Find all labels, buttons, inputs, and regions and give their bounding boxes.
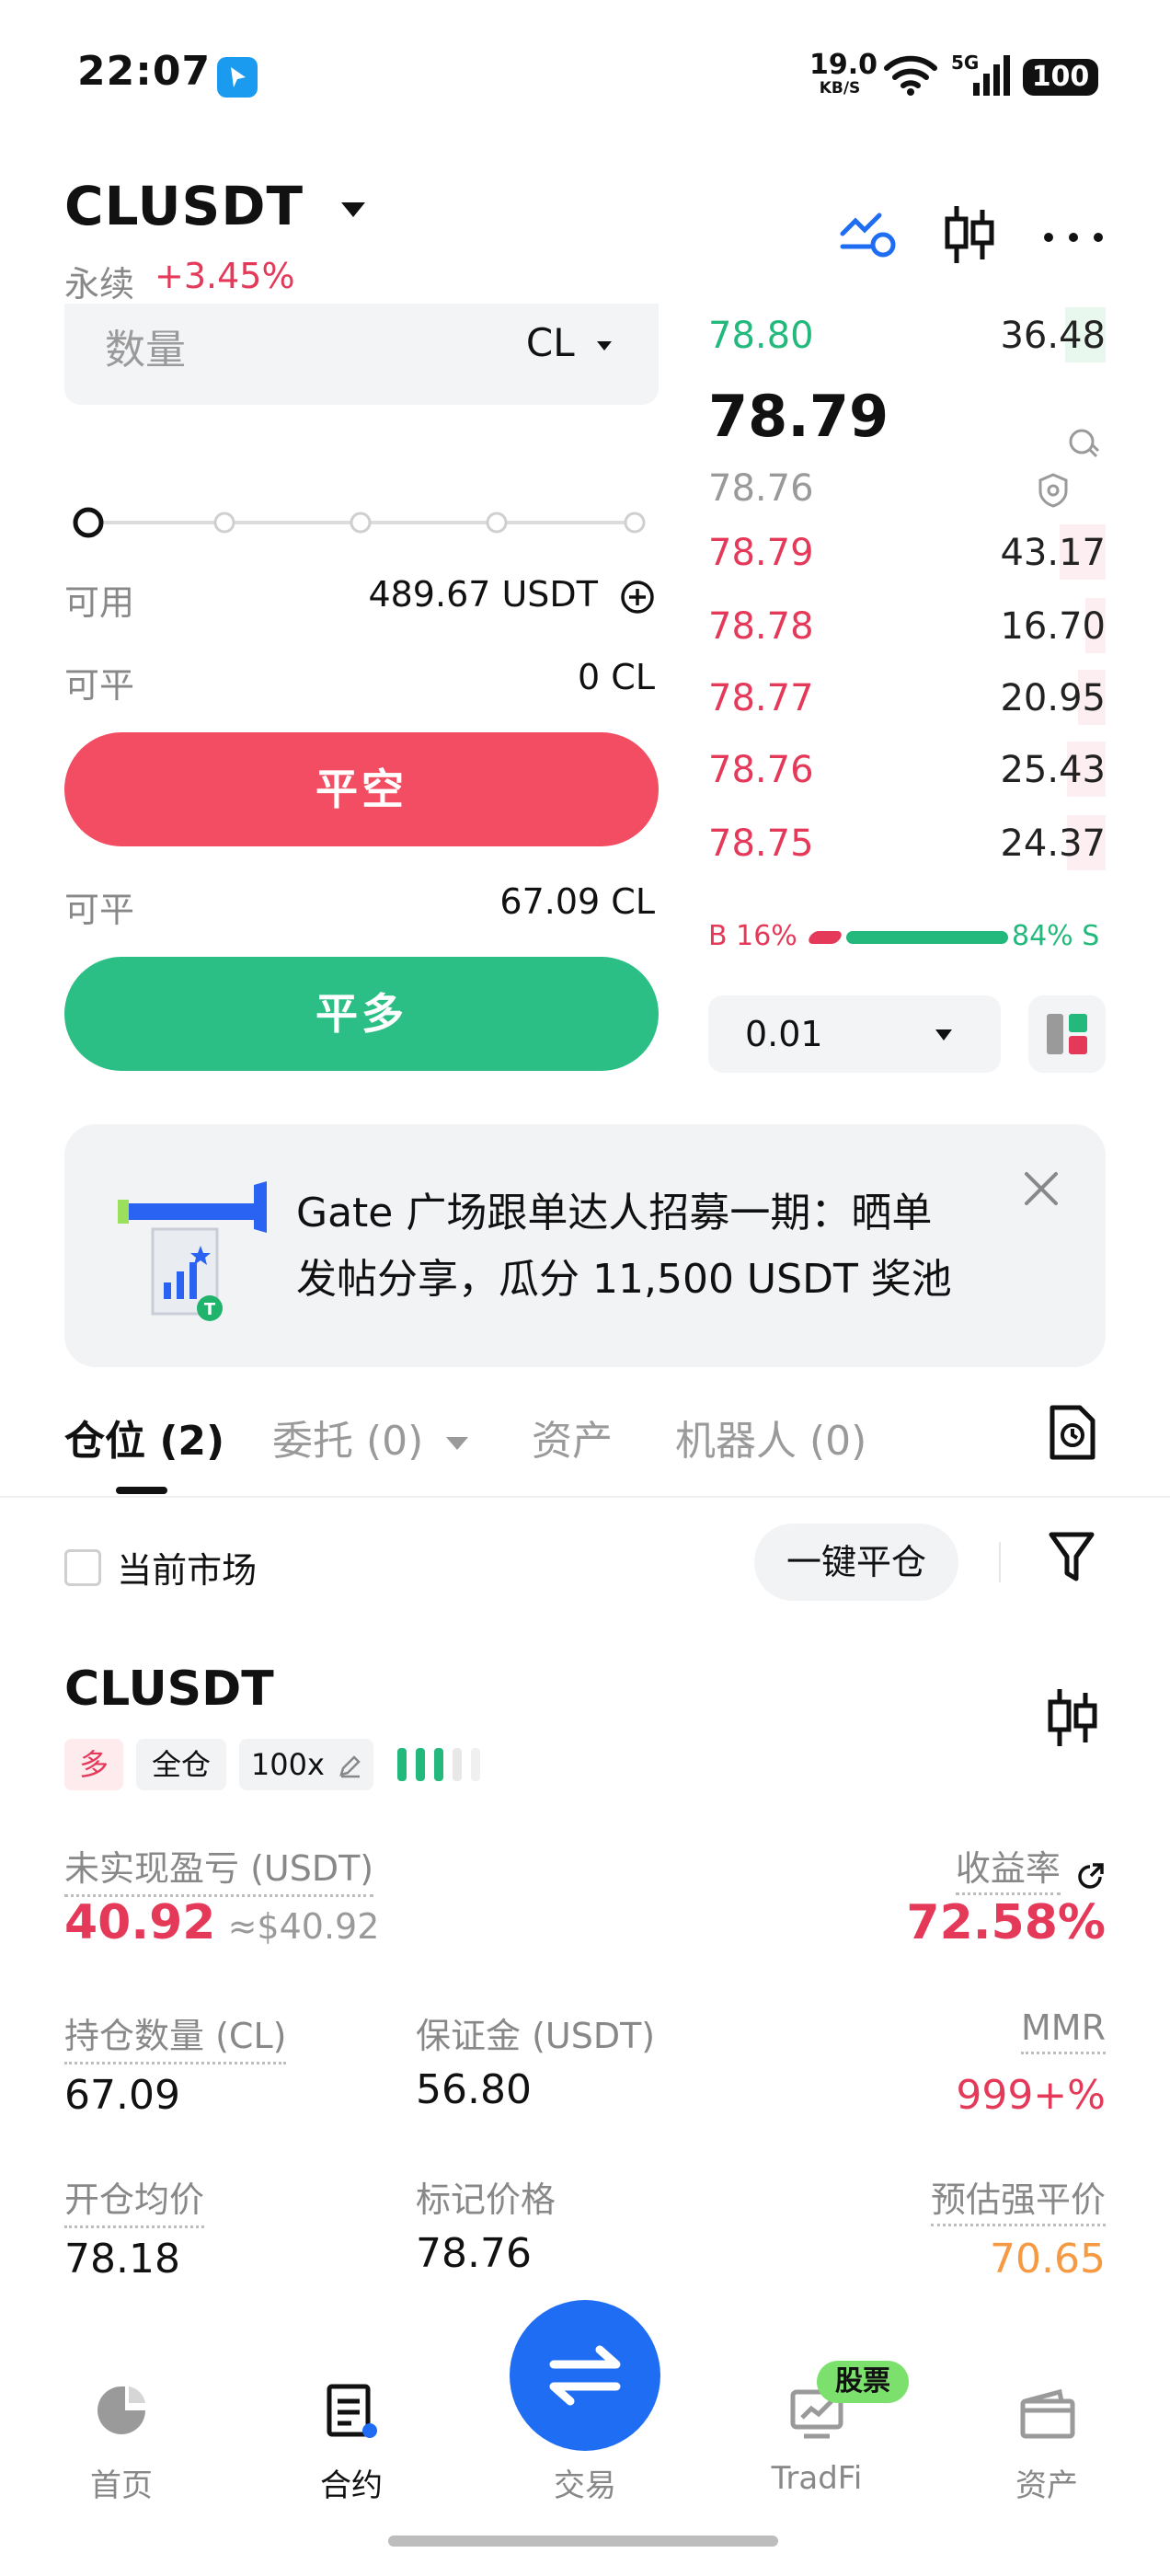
chevron-down-icon <box>341 201 366 217</box>
chart-line-icon[interactable] <box>839 206 898 265</box>
home-indicator[interactable] <box>388 2536 778 2547</box>
nav-contract-label: 合约 <box>320 2467 383 2504</box>
margin-label: 保证金 (USDT) <box>416 2016 656 2056</box>
sell-ratio-label: 84% S <box>1012 920 1100 952</box>
tab-assets[interactable]: 资产 <box>532 1408 613 1466</box>
stock-badge: 股票 <box>817 2361 909 2403</box>
tab-positions[interactable]: 仓位 (2) <box>64 1408 224 1466</box>
chevron-down-icon <box>935 1029 952 1041</box>
mark-price-label: 标记价格 <box>416 2179 556 2220</box>
candlestick-icon[interactable] <box>942 202 997 270</box>
megaphone-icon: T <box>116 1172 272 1332</box>
filter-icon[interactable] <box>1049 1531 1095 1588</box>
quantity-slider[interactable] <box>70 504 655 545</box>
closable-short-value: 0 CL <box>578 657 655 697</box>
unrealized-pnl-label[interactable]: 未实现盈亏 (USDT) <box>64 1840 374 1897</box>
more-icon[interactable] <box>1041 230 1106 248</box>
buy-ratio-label: B 16% <box>708 920 797 952</box>
tab-active-indicator <box>116 1487 167 1494</box>
chevron-down-icon <box>597 340 612 351</box>
wallet-icon <box>1020 2388 1075 2439</box>
battery-indicator: 100 <box>1023 59 1098 96</box>
margin-value: 56.80 <box>416 2066 532 2113</box>
contract-type: 永续 <box>64 264 135 305</box>
net-speed: 19.0 KB/S <box>809 49 878 98</box>
quantity-placeholder: 数量 <box>105 327 186 374</box>
quantity-input[interactable]: 数量 CL <box>64 304 659 405</box>
side-badge: 多 <box>64 1739 123 1790</box>
quantity-unit-selector[interactable]: CL <box>526 320 613 365</box>
precision-selector[interactable]: 0.01 <box>708 995 1001 1073</box>
roe-label[interactable]: 收益率 <box>929 1840 1106 1895</box>
roe-value: 72.58% <box>906 1895 1106 1950</box>
nav-tradfi-label: TradFi <box>771 2460 863 2497</box>
add-funds-icon[interactable] <box>620 580 655 615</box>
close-icon[interactable] <box>1021 1168 1061 1213</box>
size-label[interactable]: 持仓数量 (CL) <box>64 2007 287 2064</box>
tabs-divider <box>0 1496 1170 1498</box>
tab-orders[interactable]: 委托 (0) <box>272 1408 469 1466</box>
home-icon <box>98 2386 145 2434</box>
order-book-ask-row[interactable]: 78.75 24.37 <box>708 815 1106 870</box>
liq-price-label-wrap[interactable]: 预估强平价 <box>865 2171 1106 2226</box>
status-time: 22:07 <box>77 48 212 95</box>
closable-short-label: 可平 <box>64 665 135 706</box>
close-all-button[interactable]: 一键平仓 <box>754 1524 958 1601</box>
shield-icon <box>1038 473 1069 512</box>
margin-mode-badge: 全仓 <box>136 1739 226 1790</box>
close-short-button[interactable]: 平空 <box>64 732 659 846</box>
nav-home-label: 首页 <box>90 2467 153 2504</box>
order-book-ask-row[interactable]: 78.77 20.95 <box>708 670 1106 725</box>
nav-assets-label: 资产 <box>1015 2467 1078 2504</box>
promo-banner[interactable]: T Gate 广场跟单达人招募一期：晒单 发帖分享，瓜分 11,500 USDT… <box>64 1124 1106 1367</box>
swap-icon <box>549 2345 621 2406</box>
order-book-bid-row[interactable]: 78.80 36.48 <box>708 307 1106 362</box>
closable-long-value: 67.09 CL <box>499 881 655 922</box>
promo-text-line2: 发帖分享，瓜分 11,500 USDT 奖池 <box>296 1256 952 1303</box>
last-price: 78.79 <box>708 383 889 450</box>
price-alert-icon[interactable] <box>1067 427 1100 464</box>
mmr-value: 999+% <box>956 2072 1106 2119</box>
entry-price-value: 78.18 <box>64 2236 180 2283</box>
candlestick-icon[interactable] <box>1045 1685 1100 1754</box>
edit-icon <box>339 1755 361 1778</box>
history-icon[interactable] <box>1049 1404 1096 1465</box>
pair-selector[interactable]: CLUSDT <box>64 175 367 237</box>
position-pair[interactable]: CLUSDT <box>64 1662 274 1717</box>
closable-long-label: 可平 <box>64 890 135 930</box>
order-book-ask-row[interactable]: 78.78 16.70 <box>708 598 1106 653</box>
available-label: 可用 <box>64 582 135 623</box>
cell-signal-icon: 5G <box>951 52 1010 96</box>
order-book-layout-icon[interactable] <box>1028 995 1106 1073</box>
buy-sell-ratio-bar <box>806 931 1008 944</box>
app-notification-icon <box>217 57 258 98</box>
wifi-icon <box>883 53 938 99</box>
close-long-button[interactable]: 平多 <box>64 957 659 1071</box>
size-value: 67.09 <box>64 2072 180 2119</box>
filters-separator <box>999 1542 1001 1582</box>
current-market-checkbox[interactable]: 当前市场 <box>64 1542 257 1591</box>
order-book-ask-row[interactable]: 78.79 43.17 <box>708 524 1106 580</box>
liq-price-value: 70.65 <box>990 2236 1106 2283</box>
adl-indicator <box>397 1748 499 1781</box>
contract-icon <box>327 2384 377 2438</box>
mark-price-value: 78.76 <box>416 2230 532 2277</box>
nav-trade-label: 交易 <box>554 2467 616 2504</box>
mark-price: 78.76 <box>708 467 814 510</box>
share-icon <box>1078 1862 1104 1889</box>
promo-text-line1: Gate 广场跟单达人招募一期：晒单 <box>296 1190 933 1236</box>
nav-trade[interactable] <box>510 2300 660 2451</box>
chevron-down-icon <box>446 1437 469 1450</box>
pair-title: CLUSDT <box>64 175 304 237</box>
leverage-badge[interactable]: 100x <box>239 1739 373 1790</box>
unrealized-pnl-value: 40.92 ≈$40.92 <box>64 1895 380 1950</box>
svg-text:T: T <box>204 1300 216 1319</box>
available-value: 489.67 USDT <box>276 574 655 615</box>
order-book-ask-row[interactable]: 78.76 25.43 <box>708 742 1106 797</box>
price-change: +3.45% <box>155 256 295 296</box>
mmr-label-wrap[interactable]: MMR <box>920 2007 1106 2054</box>
tab-bots[interactable]: 机器人 (0) <box>675 1408 866 1466</box>
entry-price-label[interactable]: 开仓均价 <box>64 2171 205 2228</box>
